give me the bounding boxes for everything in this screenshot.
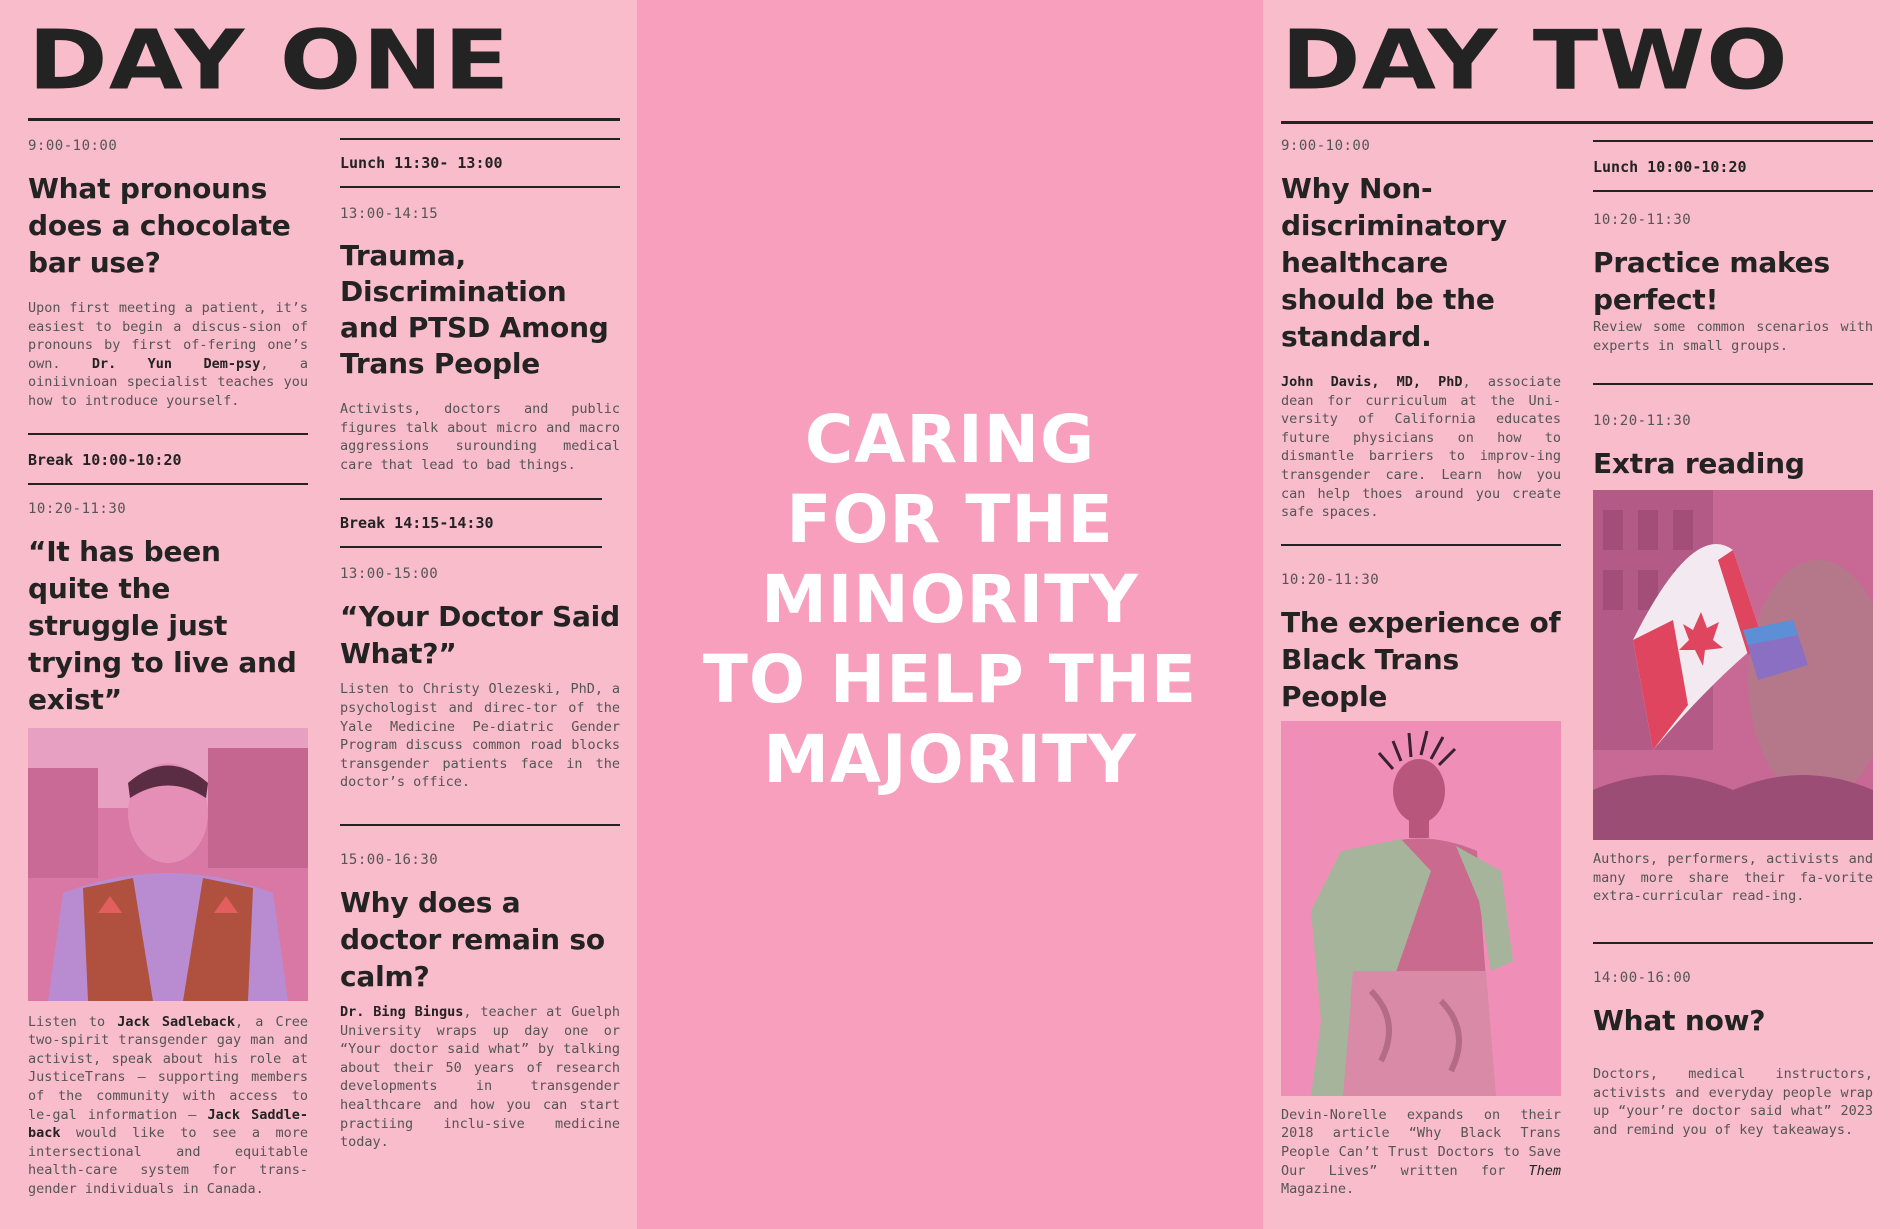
headline-line: majority <box>763 721 1137 798</box>
day-two-panel: Day Two 9:00-10:00 Why Non-discriminator… <box>1263 0 1900 1229</box>
divider <box>340 138 620 140</box>
session-description: Devin-Norelle expands on their 2018 arti… <box>1281 1106 1561 1198</box>
headline-line: for the <box>786 481 1114 558</box>
session-time: 9:00-10:00 <box>1281 138 1371 154</box>
divider <box>1593 383 1873 386</box>
divider <box>340 498 602 501</box>
portrait-image <box>28 727 308 1001</box>
divider <box>28 482 308 485</box>
day-two-column-1: 9:00-10:00 Why Non-discriminatory health… <box>1281 138 1561 1199</box>
session-title: Trauma, Discrimination and PTSD Among Tr… <box>340 239 609 380</box>
event-photo <box>1593 490 1873 841</box>
divider <box>340 546 602 549</box>
divider <box>340 823 620 826</box>
divider <box>1281 543 1561 546</box>
divider <box>340 186 620 188</box>
speaker-name: Jack Sadleback <box>117 1013 236 1030</box>
session-description: Listen to Christy Olezeski, PhD, a psych… <box>340 681 620 791</box>
session-description: Doctors, medical instructors, activists … <box>1593 1065 1873 1138</box>
day-one-title-rule <box>28 118 620 121</box>
session-time: 10:20-11:30 <box>1281 571 1380 588</box>
session-title: The experience of Black Trans People <box>1281 605 1561 713</box>
divider <box>28 432 308 435</box>
session-description: John Davis, MD, PhD, associate dean for … <box>1281 374 1561 521</box>
session-title: Why does a doctor remain so calm? <box>340 885 605 993</box>
session-title: “Your Doctor Said What?” <box>340 600 620 671</box>
headline-line: Caring <box>804 401 1096 478</box>
session-title: Extra reading <box>1593 447 1805 481</box>
divider <box>1593 941 1873 944</box>
day-two-title: Day Two <box>1281 12 1789 109</box>
day-two-column-2: Lunch 10:00-10:20 10:20-11:30 Practice m… <box>1593 140 1873 1139</box>
flag-image <box>1593 490 1873 841</box>
session-description: Activists, doctors and public figures ta… <box>340 401 620 473</box>
speaker-name: John Davis, MD, PhD <box>1281 374 1463 390</box>
headline-line: to help the <box>702 641 1198 718</box>
speaker-photo <box>1281 720 1561 1096</box>
divider <box>1593 190 1873 192</box>
session-title: “It has been quite the struggle just try… <box>28 534 297 716</box>
magazine-name: Them <box>1528 1162 1561 1179</box>
session-title: Practice makes perfect! <box>1593 246 1830 316</box>
portrait-image <box>1281 720 1561 1096</box>
session-time: 15:00-16:30 <box>340 851 439 868</box>
break-label: Break 14:15-14:30 <box>340 514 494 533</box>
session-time: 9:00-10:00 <box>28 138 118 154</box>
break-label: Break 10:00-10:20 <box>28 450 182 469</box>
speaker-photo <box>28 727 308 1001</box>
session-title: What now? <box>1593 1003 1766 1037</box>
session-title: What pronouns does a chocolate bar use? <box>28 172 291 279</box>
session-time: 14:00-16:00 <box>1593 969 1692 986</box>
lunch-label: Lunch 10:00-10:20 <box>1593 158 1747 176</box>
day-one-panel: Day One 9:00-10:00 What pronouns does a … <box>0 0 637 1229</box>
session-time: 10:20-11:30 <box>1593 212 1692 228</box>
session-description: Authors, performers, activists and many … <box>1593 851 1873 905</box>
center-panel: Caring for the minority to help the majo… <box>637 0 1263 1229</box>
center-headline: Caring for the minority to help the majo… <box>637 400 1263 800</box>
session-description: Upon first meeting a patient, it’s easie… <box>28 300 309 409</box>
session-time: 13:00-15:00 <box>340 566 439 583</box>
lunch-label: Lunch 11:30- 13:00 <box>340 154 503 172</box>
speaker-name: Dr. Yun Dem-psy <box>91 355 261 372</box>
session-description: Review some common scenarios with expert… <box>1593 319 1873 354</box>
day-one-column-1: 9:00-10:00 What pronouns does a chocolat… <box>28 138 308 1199</box>
day-one-column-2: Lunch 11:30- 13:00 13:00-14:15 Trauma, D… <box>340 138 620 1152</box>
session-description: Dr. Bing Bingus, teacher at Guelph Unive… <box>340 1003 620 1151</box>
day-two-title-rule <box>1281 121 1873 124</box>
day-one-title: Day One <box>28 12 511 109</box>
session-description: Listen to Jack Sadleback, a Cree two-spi… <box>28 1013 308 1197</box>
session-time: 10:20-11:30 <box>28 500 127 517</box>
session-title: Why Non-discriminatory healthcare should… <box>1281 172 1507 353</box>
divider <box>1593 140 1873 142</box>
speaker-name: Dr. Bing Bingus <box>340 1003 464 1020</box>
session-time: 10:20-11:30 <box>1593 413 1692 430</box>
session-time: 13:00-14:15 <box>340 206 439 222</box>
headline-line: minority <box>761 561 1139 638</box>
